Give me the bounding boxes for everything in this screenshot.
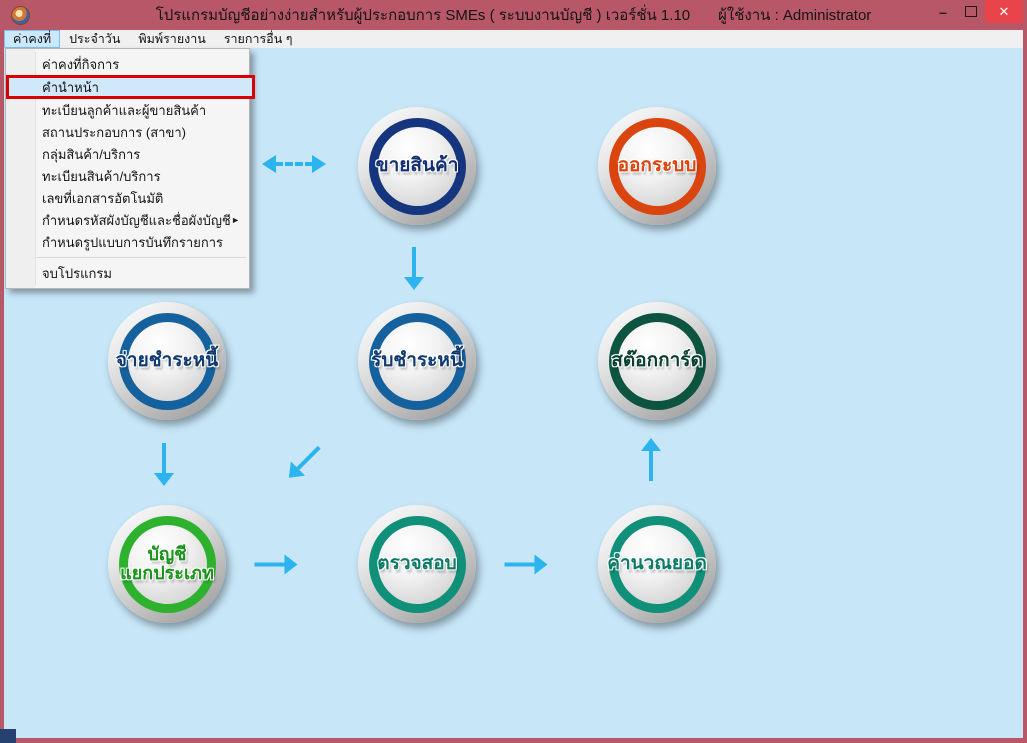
logout-button[interactable]: ออกระบบ [598, 107, 716, 225]
button-ring: คำนวณยอด [607, 515, 707, 613]
main-content: ค่าคงที่กิจการ คำนำหน้า ทะเบียนลูกค้าและ… [4, 48, 1023, 738]
dropdown-separator [37, 257, 246, 258]
dropdown-item-name-prefix[interactable]: คำนำหน้า [6, 75, 255, 99]
button-label: สต๊อกการ์ด [611, 349, 703, 371]
button-ring: จ่ายชำระหนี้ [116, 312, 218, 410]
dropdown-item-business-constants[interactable]: ค่าคงที่กิจการ [6, 53, 249, 75]
dropdown-item-customer-vendor-register[interactable]: ทะเบียนลูกค้าและผู้ขายสินค้า [6, 99, 249, 121]
dropdown-item-product-group[interactable]: กลุ่มสินค้า/บริการ [6, 143, 249, 165]
button-ring: บัญชี แยกประเภท [118, 515, 216, 613]
close-icon: ✕ [998, 3, 1010, 19]
button-face: จ่ายชำระหนี้ [116, 321, 218, 401]
button-face: สต๊อกการ์ด [611, 321, 703, 401]
dropdown-item-product-register[interactable]: ทะเบียนสินค้า/บริการ [6, 165, 249, 187]
button-label: คำนวณยอด [607, 552, 707, 574]
button-ring: รับชำระหนี้ [368, 312, 466, 410]
menu-item-other[interactable]: รายการอื่น ๆ [215, 30, 302, 48]
calculate-total-button[interactable]: คำนวณยอด [598, 505, 716, 623]
button-face: คำนวณยอด [607, 524, 707, 604]
arrow-up-icon [641, 438, 661, 481]
dropdown-item-chart-of-accounts[interactable]: กำหนดรหัสผังบัญชีและชื่อผังบัญชี ► [6, 209, 249, 231]
dropdown-item-branch[interactable]: สถานประกอบการ (สาขา) [6, 121, 249, 143]
verify-button[interactable]: ตรวจสอบ [358, 505, 476, 623]
button-label-line2: แยกประเภท [120, 563, 214, 583]
menu-item-print-reports[interactable]: พิมพ์รายงาน [129, 30, 214, 48]
button-face: บัญชี แยกประเภท [120, 524, 214, 604]
button-face: ตรวจสอบ [377, 524, 457, 604]
button-ring: ตรวจสอบ [368, 515, 466, 613]
button-ring: ขายสินค้า [368, 117, 466, 215]
arrow-down-icon [404, 247, 424, 290]
button-face: ขายสินค้า [375, 126, 459, 206]
title-user: ผู้ใช้งาน : Administrator [718, 7, 872, 24]
maximize-button[interactable] [957, 0, 985, 23]
menu-item-daily[interactable]: ประจำวัน [60, 30, 129, 48]
minimize-icon: – [939, 3, 947, 20]
minimize-button[interactable]: – [929, 0, 957, 23]
dropdown-item-exit-program[interactable]: จบโปรแกรม [6, 262, 249, 284]
dashed-double-arrow-icon [262, 155, 326, 173]
button-face: ออกระบบ [617, 126, 697, 206]
button-label: จ่ายชำระหนี้ [115, 349, 219, 371]
button-label-line1: บัญชี [147, 543, 187, 564]
window-resize-corner [0, 729, 16, 743]
pay-debt-button[interactable]: จ่ายชำระหนี้ [108, 302, 226, 420]
stock-card-button[interactable]: สต๊อกการ์ด [598, 302, 716, 420]
menu-item-constants[interactable]: ค่าคงที่ [4, 30, 61, 48]
title-bar: โปรแกรมบัญชีอย่างง่ายสำหรับผู้ประกอบการ … [0, 0, 1027, 30]
app-window: โปรแกรมบัญชีอย่างง่ายสำหรับผู้ประกอบการ … [0, 0, 1027, 743]
arrow-right-icon [504, 554, 548, 575]
page-title: โปรแกรมบัญชีอย่างง่ายสำหรับผู้ประกอบการ … [0, 0, 1027, 30]
window-controls: – ✕ [929, 0, 1023, 23]
receive-debt-button[interactable]: รับชำระหนี้ [358, 302, 476, 420]
button-face: รับชำระหนี้ [371, 321, 463, 401]
menu-bar: ค่าคงที่ ประจำวัน พิมพ์รายงาน รายการอื่น… [4, 30, 1023, 48]
button-label: ตรวจสอบ [377, 552, 457, 574]
arrow-down-left-icon [281, 440, 327, 485]
button-ring: สต๊อกการ์ด [608, 312, 706, 410]
constants-dropdown-menu: ค่าคงที่กิจการ คำนำหน้า ทะเบียนลูกค้าและ… [5, 48, 255, 289]
button-ring: ออกระบบ [608, 117, 706, 215]
general-ledger-button[interactable]: บัญชี แยกประเภท [108, 505, 226, 623]
button-label: ออกระบบ [617, 154, 697, 176]
close-button[interactable]: ✕ [985, 0, 1023, 23]
dropdown-item-label: กำหนดรหัสผังบัญชีและชื่อผังบัญชี [42, 212, 231, 228]
dropdown-item-auto-doc-number[interactable]: เลขที่เอกสารอัตโนมัติ [6, 187, 249, 209]
sell-products-button[interactable]: ขายสินค้า [358, 107, 476, 225]
title-main: โปรแกรมบัญชีอย่างง่ายสำหรับผู้ประกอบการ … [155, 7, 691, 24]
maximize-icon [965, 6, 977, 17]
dropdown-item-entry-format[interactable]: กำหนดรูปแบบการบันทึกรายการ [6, 231, 249, 253]
button-label: รับชำระหนี้ [371, 349, 463, 371]
arrow-down-icon [154, 443, 174, 486]
arrow-right-icon [254, 554, 298, 575]
button-label: ขายสินค้า [375, 154, 459, 176]
submenu-arrow-icon: ► [231, 215, 240, 225]
